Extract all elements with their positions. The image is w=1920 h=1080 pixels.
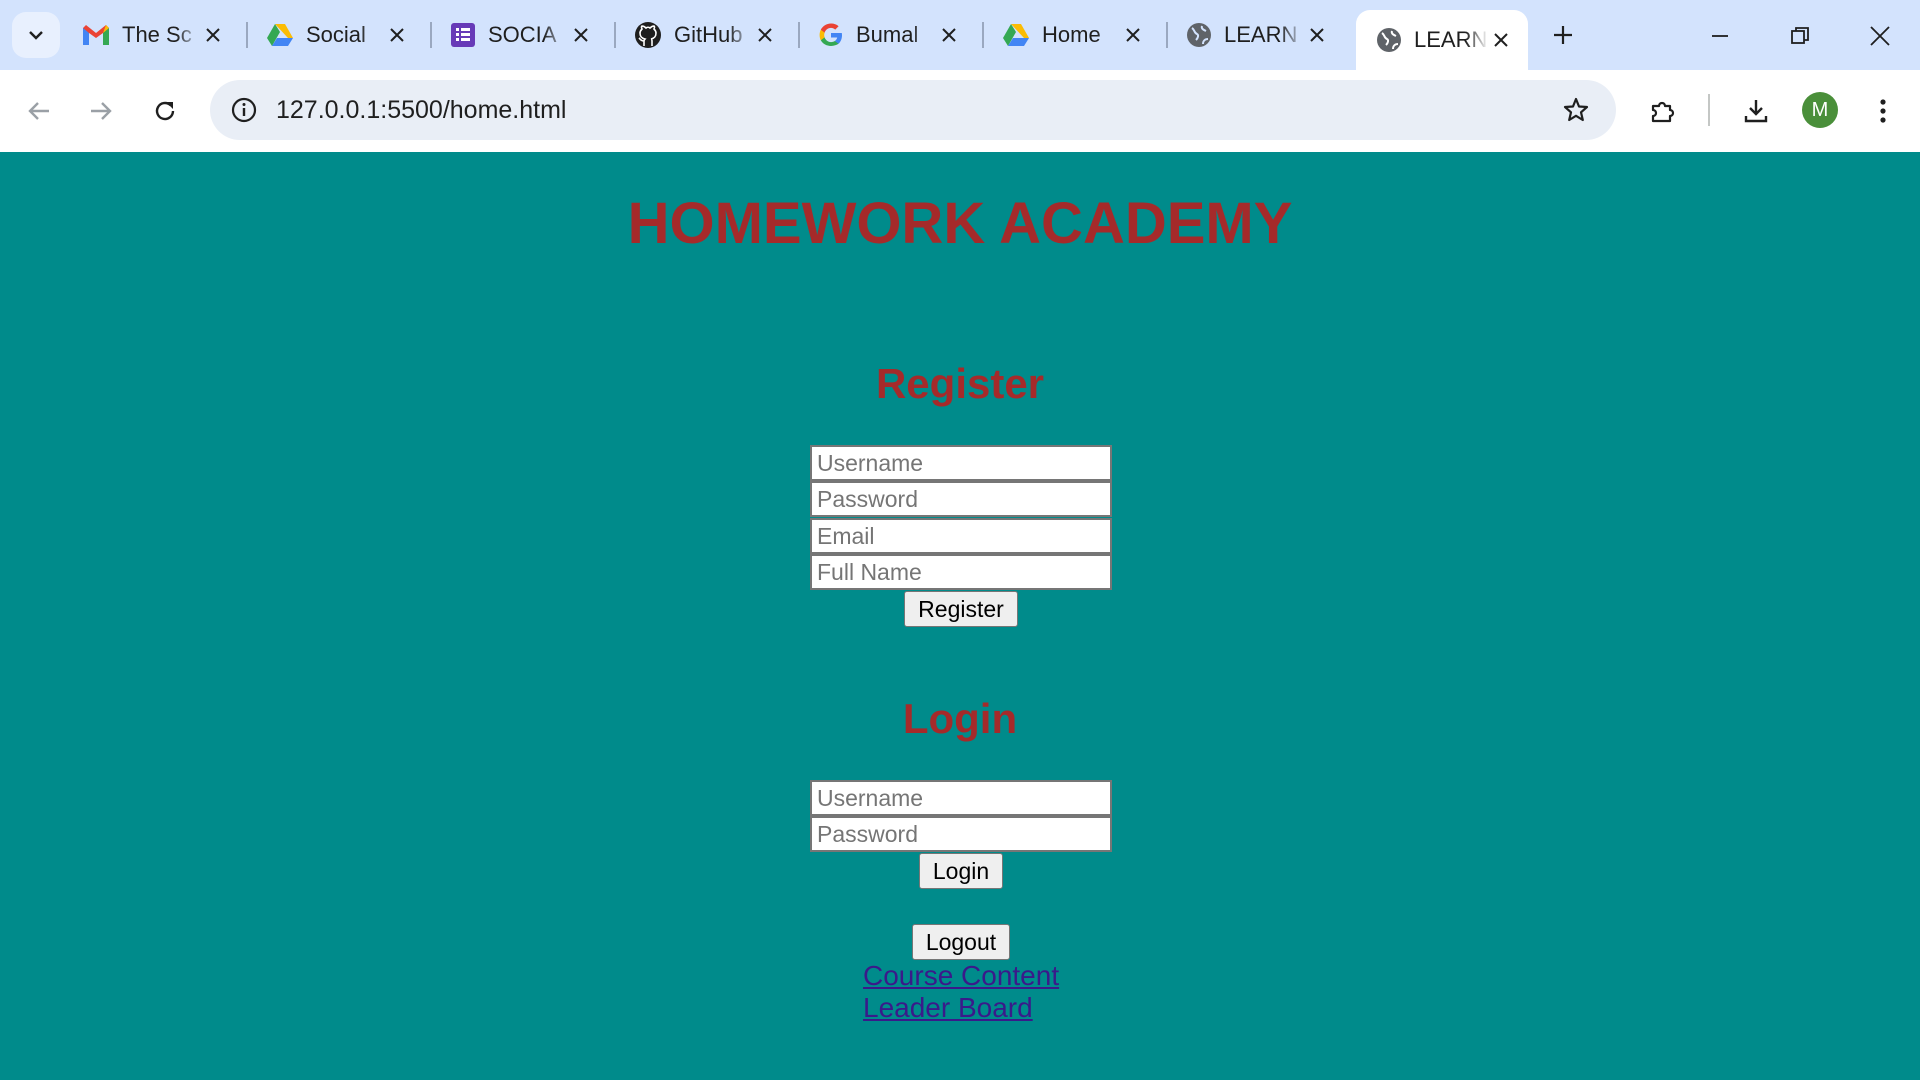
close-icon <box>1870 26 1890 46</box>
register-username-input[interactable] <box>810 445 1112 481</box>
register-fullname-input[interactable] <box>810 554 1112 590</box>
github-icon <box>635 22 661 48</box>
leader-board-link[interactable]: Leader Board <box>863 992 1033 1024</box>
forward-button[interactable] <box>78 88 124 134</box>
tab-github[interactable]: GitHub <box>614 12 792 58</box>
minimize-button[interactable] <box>1698 14 1742 58</box>
downloads-button[interactable] <box>1733 88 1779 134</box>
tab-learn-active[interactable]: LEARN <box>1356 10 1528 70</box>
register-password-input[interactable] <box>810 481 1112 517</box>
restore-button[interactable] <box>1778 14 1822 58</box>
tab-label: Home <box>1042 22 1101 47</box>
site-title: HOMEWORK ACADEMY <box>627 191 1293 256</box>
close-icon[interactable] <box>1120 22 1146 48</box>
register-email-input[interactable] <box>810 518 1112 554</box>
tab-strip: The Sc Social SOCIA GitHub Bumal Home LE… <box>0 0 1920 70</box>
login-username-input[interactable] <box>810 780 1112 816</box>
download-icon <box>1744 100 1768 123</box>
close-icon[interactable] <box>752 22 778 48</box>
tab-label: The Sc <box>122 22 192 47</box>
tab-drive-home[interactable]: Home <box>982 12 1160 58</box>
google-drive-icon <box>1003 24 1029 46</box>
tab-google[interactable]: Bumal <box>798 12 976 58</box>
browser-toolbar: 127.0.0.1:5500/home.html M <box>0 70 1920 152</box>
login-heading: Login <box>902 695 1018 742</box>
globe-icon <box>1187 23 1211 47</box>
tab-gmail[interactable]: The Sc <box>62 12 240 58</box>
arrow-left-icon <box>28 102 49 120</box>
bookmark-star-icon[interactable] <box>1558 92 1594 128</box>
tab-drive-social[interactable]: Social <box>246 12 424 58</box>
close-icon[interactable] <box>1304 22 1330 48</box>
profile-avatar[interactable]: M <box>1802 92 1838 128</box>
new-tab-button[interactable] <box>1546 18 1580 52</box>
toolbar-divider <box>1708 94 1710 126</box>
reload-icon <box>155 101 175 121</box>
register-heading: Register <box>875 360 1045 407</box>
google-forms-icon <box>451 23 475 47</box>
arrow-right-icon <box>91 102 112 120</box>
tab-label: SOCIA <box>488 22 557 47</box>
tab-search-button[interactable] <box>12 12 60 58</box>
chevron-down-icon <box>29 31 43 40</box>
tab-label: GitHub <box>674 22 743 47</box>
close-window-button[interactable] <box>1858 14 1902 58</box>
minimize-icon <box>1712 35 1728 37</box>
tab-label: Bumal <box>856 22 919 47</box>
url-text[interactable]: 127.0.0.1:5500/home.html <box>276 96 566 125</box>
plus-icon <box>1554 26 1572 44</box>
logout-button[interactable]: Logout <box>912 924 1010 960</box>
google-drive-icon <box>267 24 293 46</box>
login-password-input[interactable] <box>810 816 1112 852</box>
menu-button[interactable] <box>1860 88 1906 134</box>
page-content: HOMEWORK ACADEMY Register Register Login… <box>0 152 1920 1080</box>
course-content-link[interactable]: Course Content <box>863 960 1059 992</box>
extensions-button[interactable] <box>1640 88 1686 134</box>
tab-label: Social <box>306 22 366 47</box>
tab-learn[interactable]: LEARN <box>1166 12 1344 58</box>
restore-icon <box>1791 27 1809 44</box>
globe-icon <box>1377 28 1401 52</box>
close-icon[interactable] <box>384 22 410 48</box>
back-button[interactable] <box>16 88 62 134</box>
address-bar[interactable]: 127.0.0.1:5500/home.html <box>210 80 1616 140</box>
register-button[interactable]: Register <box>904 591 1018 627</box>
tab-label: LEARN <box>1414 27 1488 52</box>
close-icon[interactable] <box>936 22 962 48</box>
tab-forms[interactable]: SOCIA <box>430 12 608 58</box>
close-icon[interactable] <box>568 22 594 48</box>
tab-label: LEARN <box>1224 22 1298 47</box>
close-icon[interactable] <box>200 22 226 48</box>
reload-button[interactable] <box>142 88 188 134</box>
puzzle-icon <box>1651 101 1675 123</box>
close-icon[interactable] <box>1488 27 1514 53</box>
google-icon <box>819 23 842 46</box>
gmail-icon <box>83 25 109 45</box>
site-info-icon[interactable] <box>226 92 262 128</box>
login-button[interactable]: Login <box>919 853 1003 889</box>
more-vertical-icon <box>1880 99 1886 123</box>
